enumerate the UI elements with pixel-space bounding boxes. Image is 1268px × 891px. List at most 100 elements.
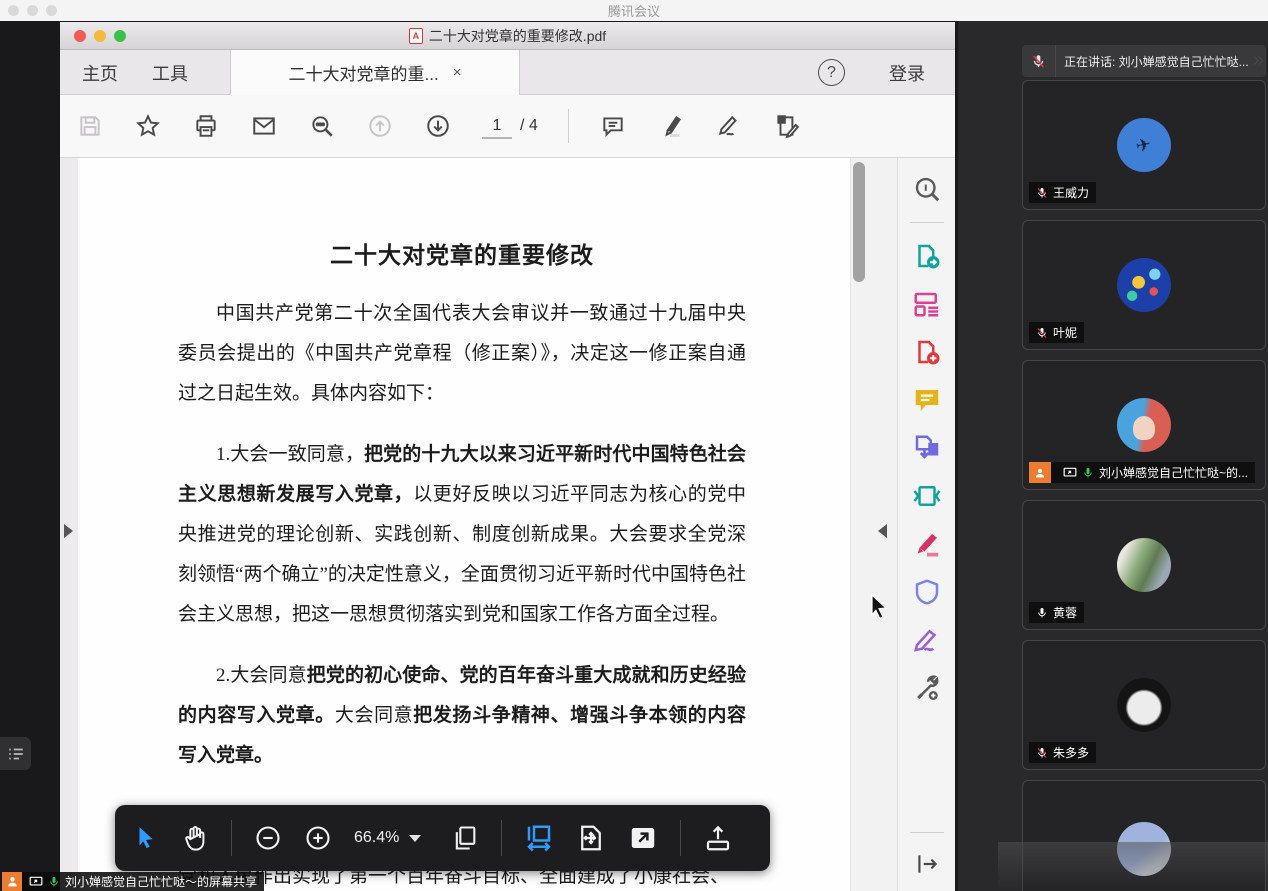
participant-name: 叶妮 [1053, 324, 1077, 341]
star-icon[interactable] [134, 112, 162, 140]
document-body: 中国共产党第二十次全国代表大会审议并一致通过十九届中央委员会提出的《中国共产党章… [178, 294, 746, 776]
share-label-text: 刘小婵感觉自己忙忙哒～的屏幕共享 [65, 873, 257, 890]
select-cursor-icon[interactable] [133, 825, 159, 851]
protect-icon[interactable] [912, 577, 942, 607]
arrow-down-circle-icon[interactable] [424, 112, 452, 140]
avatar [1117, 538, 1171, 592]
highlighter-icon[interactable] [657, 112, 685, 140]
collapse-tools-pane-icon[interactable] [878, 524, 887, 538]
pdf-window: A 二十大对党章的重要修改.pdf 主页 工具 二十大对党章的重... × ? … [60, 22, 955, 891]
speaking-banner: 正在讲话: 刘小婵感觉自己忙忙哒... » [1022, 45, 1266, 77]
document-paragraph: 中国共产党第二十次全国代表大会审议并一致通过十九届中央委员会提出的《中国共产党章… [178, 294, 746, 414]
document-paragraph: 2.大会同意把党的初心使命、党的百年奋斗重大成就和历史经验的内容写入党章。大会同… [178, 656, 746, 776]
pdf-tabbar: 主页 工具 二十大对党章的重... × ? 登录 [60, 50, 955, 95]
combine-files-icon[interactable] [912, 433, 942, 463]
edit-page-icon[interactable] [773, 112, 801, 140]
page-total-label: / 4 [520, 117, 538, 135]
rail-divider-bottom [910, 832, 944, 833]
mic-muted-icon [1022, 45, 1056, 77]
participant-tile[interactable]: 叶妮 [1022, 220, 1266, 350]
save-icon[interactable] [76, 112, 104, 140]
hand-tool-icon[interactable] [181, 824, 209, 852]
chevron-down-icon [409, 835, 421, 842]
viewer-toolbar: 66.4% [115, 805, 770, 871]
document-title: 二十大对党章的重要修改 [178, 236, 746, 270]
mouse-cursor [868, 594, 890, 620]
rail-divider [910, 222, 944, 223]
zoom-level-dropdown[interactable]: 66.4% [354, 829, 421, 847]
comment-icon[interactable] [599, 112, 627, 140]
participant-tile[interactable]: 朱多多 [1022, 640, 1266, 770]
participant-nametag: 黄蓉 [1029, 602, 1084, 623]
document-tab-label: 二十大对党章的重... [289, 60, 439, 85]
viewbar-separator [231, 820, 232, 856]
zoom-level-value: 66.4% [354, 829, 399, 847]
search-doc-icon[interactable] [912, 174, 942, 204]
screen-share-pill[interactable]: 刘小婵感觉自己忙忙哒～的屏幕共享 [2, 872, 264, 891]
zoom-out-icon[interactable] [254, 824, 282, 852]
avatar-face [1133, 416, 1155, 440]
expand-nav-pane-icon[interactable] [64, 524, 73, 538]
window-title-group: A 二十大对党章的重要修改.pdf [60, 26, 955, 46]
participant-name: 王威力 [1053, 184, 1089, 201]
participant-tile[interactable]: 刘小婵感觉自己忙忙哒~的... [1022, 360, 1266, 490]
participant-nametag: 叶妮 [1029, 322, 1084, 343]
search-zoom-icon[interactable] [308, 112, 336, 140]
copy-pages-icon[interactable] [451, 824, 479, 852]
mic-muted-icon [1036, 747, 1048, 759]
mic-muted-icon [1036, 187, 1048, 199]
participant-name: 刘小婵感觉自己忙忙哒~的... [1099, 464, 1248, 481]
present-upload-icon[interactable] [703, 823, 733, 853]
participant-nametag: 刘小婵感觉自己忙忙哒~的... [1029, 462, 1255, 483]
email-icon[interactable] [250, 112, 278, 140]
page-fit-icon[interactable] [576, 823, 606, 853]
participant-tile[interactable]: ✈ 王威力 [1022, 80, 1266, 210]
scrollbar-thumb[interactable] [853, 162, 865, 282]
annotation-list-button[interactable] [0, 737, 31, 770]
document-tab[interactable]: 二十大对党章的重... × [230, 50, 520, 95]
sharing-screen-icon [29, 876, 43, 888]
screen-share-stage: A 二十大对党章的重要修改.pdf 主页 工具 二十大对党章的重... × ? … [0, 21, 958, 891]
pdf-titlebar[interactable]: A 二十大对党章的重要修改.pdf [60, 22, 955, 50]
arrow-up-circle-icon[interactable] [366, 112, 394, 140]
meeting-app-title: 腾讯会议 [0, 1, 1268, 20]
more-tools-icon[interactable] [912, 673, 942, 703]
host-badge-icon [2, 872, 22, 891]
tab-close-icon[interactable]: × [453, 64, 462, 81]
organize-pages-icon[interactable] [912, 289, 942, 319]
airplane-icon: ✈ [1134, 133, 1153, 157]
mic-on-icon [1036, 607, 1048, 619]
menu-home[interactable]: 主页 [82, 50, 118, 95]
fill-sign-icon[interactable] [912, 625, 942, 655]
fit-width-icon[interactable] [524, 823, 554, 853]
toolbar-separator [568, 109, 569, 143]
export-pdf-icon[interactable] [912, 241, 942, 271]
create-pdf-icon[interactable] [912, 337, 942, 367]
mic-on-icon [48, 876, 60, 888]
zoom-in-icon[interactable] [304, 824, 332, 852]
participant-name: 黄蓉 [1053, 604, 1077, 621]
viewbar-separator [501, 820, 502, 856]
pdf-content-area: 二十大对党章的重要修改 中国共产党第二十次全国代表大会审议并一致通过十九届中央委… [60, 158, 955, 891]
document-paragraph: 1.大会一致同意，把党的十九大以来习近平新时代中国特色社会主义思想新发展写入党章… [178, 435, 746, 635]
sign-icon[interactable] [715, 112, 743, 140]
menu-tools[interactable]: 工具 [152, 50, 188, 95]
print-icon[interactable] [192, 112, 220, 140]
help-button[interactable]: ? [818, 59, 845, 86]
pdf-toolbar: 1 / 4 [60, 95, 955, 158]
comment-tool-icon[interactable] [912, 385, 942, 415]
page-indicator: 1 / 4 [482, 113, 538, 139]
redact-icon[interactable] [912, 529, 942, 559]
banner-chevrons-decoration: » [1253, 49, 1260, 72]
open-pane-icon[interactable] [914, 851, 940, 877]
compress-pdf-icon[interactable] [912, 481, 942, 511]
participant-tile[interactable]: 黄蓉 [1022, 500, 1266, 630]
page-number-input[interactable]: 1 [482, 113, 512, 139]
fullscreen-icon[interactable] [628, 823, 658, 853]
mic-muted-icon [1036, 327, 1048, 339]
document-text: 二十大对党章的重要修改 中国共产党第二十次全国代表大会审议并一致通过十九届中央委… [178, 236, 746, 797]
avatar: ✈ [1117, 118, 1171, 172]
participants-panel: 正在讲话: 刘小婵感觉自己忙忙哒... » ✈ 王威力 叶妮 [958, 21, 1268, 891]
login-button[interactable]: 登录 [889, 50, 925, 95]
document-page[interactable]: 二十大对党章的重要修改 中国共产党第二十次全国代表大会审议并一致通过十九届中央委… [78, 158, 872, 891]
